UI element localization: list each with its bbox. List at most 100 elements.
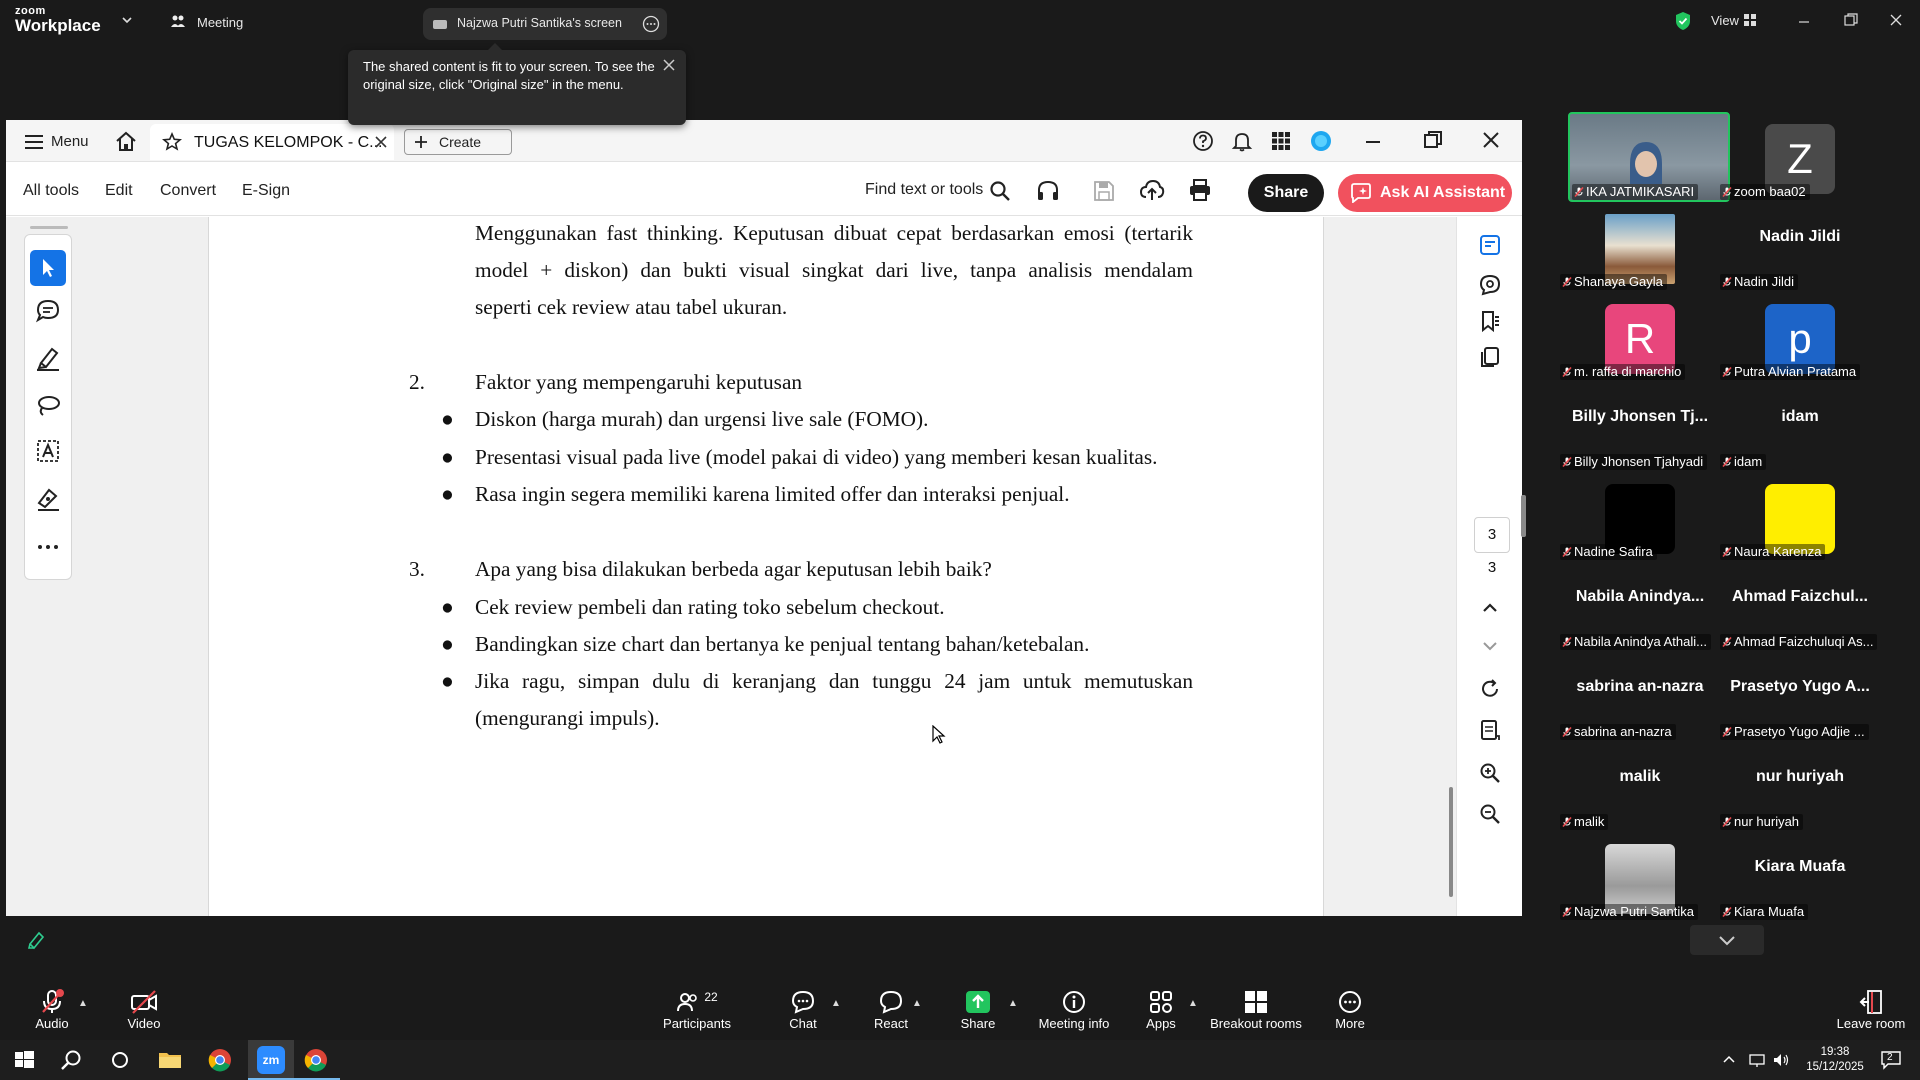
pages-panel-icon[interactable]	[1478, 345, 1502, 369]
apps-grid-icon[interactable]	[1271, 131, 1291, 151]
text-box-icon[interactable]	[35, 438, 61, 464]
tab-edit[interactable]: Edit	[105, 182, 133, 200]
participant-tile[interactable]: malik malik	[1560, 740, 1720, 830]
highlight-pen-icon[interactable]	[35, 345, 61, 371]
react-button[interactable]: React	[871, 988, 911, 1031]
close-tooltip-icon[interactable]	[662, 58, 676, 72]
draw-lasso-icon[interactable]	[35, 392, 61, 418]
participant-tile[interactable]: Nadine Safira	[1560, 470, 1720, 560]
restore-icon[interactable]	[1843, 12, 1859, 28]
comment-tool-icon[interactable]	[35, 298, 61, 324]
close-tab-icon[interactable]	[374, 135, 388, 149]
close-window-icon[interactable]	[1888, 12, 1904, 28]
leave-room-button[interactable]: Leave room	[1836, 988, 1906, 1031]
ask-ai-assistant-button[interactable]: Ask AI Assistant	[1338, 174, 1512, 212]
participant-tile[interactable]: Najzwa Putri Santika	[1560, 830, 1720, 920]
search-icon[interactable]	[58, 1046, 86, 1074]
file-explorer-icon[interactable]	[156, 1046, 184, 1074]
acrobat-share-button[interactable]: Share	[1248, 174, 1324, 212]
star-icon[interactable]	[162, 132, 182, 152]
page-display-icon[interactable]	[1479, 719, 1501, 741]
chrome-icon[interactable]	[206, 1046, 234, 1074]
volume-icon[interactable]	[1772, 1051, 1790, 1069]
document-tab[interactable]: TUGAS KELOMPOK - C...	[150, 124, 394, 160]
participant-tile[interactable]: IKA JATMIKASARI	[1560, 110, 1730, 202]
gallery-scroll-down-button[interactable]	[1690, 925, 1764, 955]
save-icon[interactable]	[1093, 180, 1115, 202]
participant-tile[interactable]: Prasetyo Yugo A... Prasetyo Yugo Adjie ..…	[1720, 650, 1880, 740]
share-screen-button[interactable]: Share	[958, 988, 998, 1031]
vertical-scrollbar[interactable]	[1449, 787, 1453, 897]
audio-button[interactable]: Audio	[30, 988, 74, 1031]
participant-tile[interactable]: Naura Karenza	[1720, 470, 1880, 560]
select-tool-button[interactable]	[30, 250, 66, 286]
participant-tile[interactable]: Billy Jhonsen Tj... Billy Jhonsen Tjahyad…	[1560, 380, 1720, 470]
participant-tile[interactable]: nur huriyah nur huriyah	[1720, 740, 1880, 830]
minimize-icon[interactable]	[1796, 14, 1812, 30]
help-icon[interactable]	[1192, 130, 1214, 152]
tab-convert[interactable]: Convert	[160, 182, 216, 200]
zoom-taskbar-item[interactable]: zm	[248, 1040, 294, 1080]
participant-tile[interactable]: Ahmad Faizchul... Ahmad Faizchuluqi As...	[1720, 560, 1880, 650]
bookmarks-panel-icon[interactable]	[1478, 309, 1502, 333]
chat-options-caret-icon[interactable]: ▲	[831, 998, 841, 1009]
zoom-in-icon[interactable]	[1479, 762, 1501, 784]
more-options-icon[interactable]	[642, 15, 660, 33]
signature-pen-icon[interactable]	[35, 485, 61, 511]
participant-tile[interactable]: Rm. raffa di marchio	[1560, 290, 1720, 380]
read-aloud-icon[interactable]	[1036, 180, 1060, 202]
hamburger-menu-icon[interactable]	[24, 134, 44, 150]
tray-chevron-icon[interactable]	[1722, 1052, 1736, 1066]
screen-share-tab[interactable]: Najzwa Putri Santika's screen	[423, 8, 667, 40]
cloud-upload-icon[interactable]	[1139, 178, 1165, 202]
participant-tile[interactable]: idam idam	[1720, 380, 1880, 470]
current-page-box[interactable]: 3	[1474, 517, 1510, 553]
react-options-caret-icon[interactable]: ▲	[912, 998, 922, 1009]
share-options-caret-icon[interactable]: ▲	[1008, 998, 1018, 1009]
rotate-icon[interactable]	[1479, 678, 1501, 700]
participant-tile[interactable]: Nadin Jildi Nadin Jildi	[1720, 200, 1880, 290]
tab-e-sign[interactable]: E-Sign	[242, 182, 290, 200]
participant-tile[interactable]: Shanaya Gayla	[1560, 200, 1720, 290]
participant-tile[interactable]: Kiara Muafa Kiara Muafa	[1720, 830, 1880, 920]
prev-page-icon[interactable]	[1481, 599, 1499, 617]
meeting-info-button[interactable]: Meeting info	[1036, 988, 1112, 1031]
apps-button[interactable]: Apps	[1144, 988, 1178, 1031]
find-text-label[interactable]: Find text or tools	[865, 181, 983, 199]
acrobat-close-icon[interactable]	[1481, 130, 1501, 150]
tab-all-tools[interactable]: All tools	[23, 182, 79, 200]
meeting-tab-label[interactable]: Meeting	[197, 15, 243, 30]
shield-check-icon[interactable]	[1674, 11, 1692, 31]
participant-tile[interactable]: Zzoom baa02	[1720, 110, 1880, 200]
acrobat-minimize-icon[interactable]	[1363, 132, 1383, 152]
next-page-icon[interactable]	[1481, 637, 1499, 655]
chrome-profile-icon[interactable]	[302, 1046, 330, 1074]
panel-resize-handle[interactable]	[1521, 495, 1526, 537]
windows-start-icon[interactable]	[10, 1046, 38, 1074]
more-button[interactable]: More	[1330, 988, 1370, 1031]
system-clock[interactable]: 19:38 15/12/2025	[1800, 1045, 1870, 1075]
create-button[interactable]: Create	[404, 129, 512, 155]
chevron-down-icon[interactable]	[121, 14, 133, 26]
ai-panel-icon[interactable]	[1478, 233, 1502, 257]
breakout-rooms-button[interactable]: Breakout rooms	[1210, 988, 1302, 1031]
print-icon[interactable]	[1188, 179, 1212, 201]
more-tools-icon[interactable]	[35, 542, 61, 552]
notifications-icon[interactable]: 2	[1880, 1049, 1902, 1071]
grid-view-icon[interactable]	[1744, 14, 1756, 26]
zoom-out-icon[interactable]	[1479, 803, 1501, 825]
video-button[interactable]: Video	[122, 988, 166, 1031]
apps-options-caret-icon[interactable]: ▲	[1188, 998, 1198, 1009]
home-icon[interactable]	[114, 130, 138, 152]
search-icon[interactable]	[989, 180, 1011, 202]
participant-tile[interactable]: sabrina an-nazra sabrina an-nazra	[1560, 650, 1720, 740]
comments-panel-icon[interactable]	[1478, 273, 1502, 297]
bell-icon[interactable]	[1231, 130, 1253, 152]
rail-drag-handle[interactable]	[30, 226, 68, 229]
acrobat-restore-icon[interactable]	[1423, 130, 1443, 150]
cortana-icon[interactable]	[106, 1046, 134, 1074]
menu-label[interactable]: Menu	[51, 133, 89, 150]
profile-avatar-icon[interactable]	[1310, 130, 1332, 152]
chat-button[interactable]: Chat	[785, 988, 821, 1031]
audio-options-caret-icon[interactable]: ▲	[78, 998, 88, 1009]
